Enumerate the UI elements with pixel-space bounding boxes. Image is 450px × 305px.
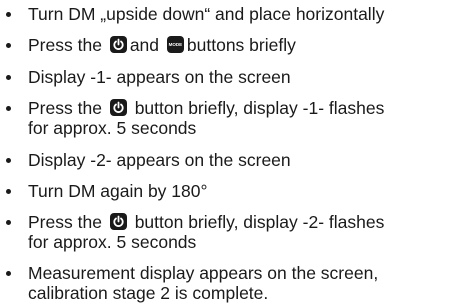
bullet bbox=[6, 271, 11, 276]
item-text-continued: for approx. 5 seconds bbox=[28, 118, 197, 138]
item-text: Display -1- appears on the screen bbox=[28, 67, 291, 87]
bullet bbox=[6, 158, 11, 163]
mode-button-label: MODE bbox=[168, 42, 183, 47]
item-text: button briefly, display -1- flashes bbox=[134, 98, 385, 118]
item-text-continued: calibration stage 2 is complete. bbox=[28, 283, 269, 303]
power-icon bbox=[109, 99, 127, 116]
item-text: button briefly, display -2- flashes bbox=[134, 212, 385, 232]
bullet bbox=[6, 43, 11, 48]
power-icon bbox=[109, 213, 127, 230]
item-text: Turn DM again by 180° bbox=[28, 181, 208, 201]
mode-button-icon: MODE bbox=[166, 36, 184, 53]
bullet bbox=[6, 12, 11, 17]
bullet bbox=[6, 220, 11, 225]
item-text: Press the bbox=[28, 98, 102, 118]
power-icon bbox=[109, 36, 127, 53]
item-text: and bbox=[129, 35, 160, 55]
item-text: buttons briefly bbox=[186, 35, 296, 55]
bullet bbox=[6, 189, 11, 194]
item-text: Press the bbox=[28, 212, 102, 232]
item-text: Press the bbox=[28, 35, 102, 55]
item-text: Measurement display appears on the scree… bbox=[28, 263, 379, 283]
item-text: Turn DM „upside down“ and place horizont… bbox=[28, 4, 385, 24]
item-text-continued: for approx. 5 seconds bbox=[28, 232, 197, 252]
bullet bbox=[6, 106, 11, 111]
bullet bbox=[6, 75, 11, 80]
item-text: Display -2- appears on the screen bbox=[28, 150, 291, 170]
